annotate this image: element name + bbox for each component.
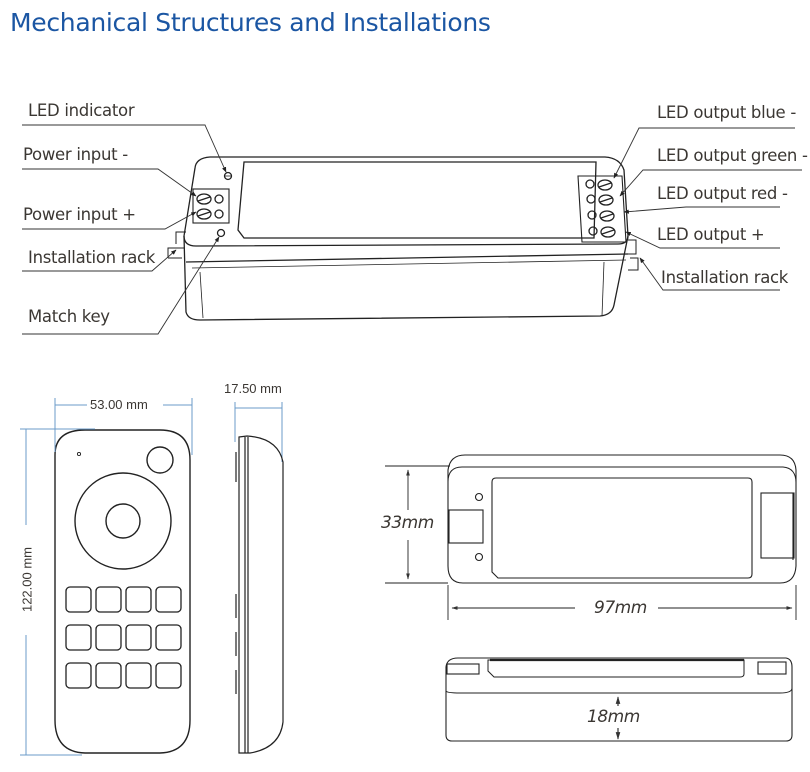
callout-installation-rack-right: Installation rack [661, 268, 789, 287]
controller-length-label: 97mm [594, 598, 647, 618]
match-key-dot [216, 228, 226, 238]
controller-depth-label: 18mm [587, 707, 640, 727]
controller-top-view [447, 454, 797, 584]
remote-indicator-dot [76, 451, 82, 457]
power-terminal-block [192, 188, 230, 224]
remote-key-button [155, 624, 182, 651]
callout-match-key: Match key [28, 307, 110, 326]
remote-height-label: 122.00 mm [19, 546, 35, 613]
callout-led-indicator: LED indicator [28, 101, 135, 120]
remote-key-button [125, 662, 152, 689]
controller-perspective-view [167, 156, 639, 321]
remote-key-button [155, 586, 182, 613]
controller-height-label: 33mm [381, 513, 434, 533]
remote-center-button [105, 503, 141, 539]
remote-key-button [65, 624, 92, 651]
controller-top-dimension-lines [385, 465, 797, 620]
callout-led-output-blue-minus: LED output blue - [657, 103, 797, 122]
callout-led-output-red-minus: LED output red - [657, 184, 788, 203]
callout-installation-rack-left: Installation rack [28, 248, 156, 267]
callout-led-output-plus: LED output + [657, 225, 765, 244]
remote-key-button [155, 662, 182, 689]
controller-window [237, 161, 597, 239]
remote-key-button [65, 586, 92, 613]
controller-top-face [183, 156, 629, 247]
remote-width-label: 53.00 mm [90, 397, 148, 412]
controller-top-window [491, 477, 753, 579]
callout-power-input-plus: Power input + [23, 205, 136, 224]
remote-key-button [95, 586, 122, 613]
controller-side-view [445, 657, 793, 742]
remote-key-button [65, 662, 92, 689]
remote-color-wheel [74, 472, 172, 570]
remote-key-button [125, 586, 152, 613]
remote-key-button [95, 624, 122, 651]
callout-led-output-green-minus: LED output green - [657, 146, 808, 165]
remote-side-view [235, 435, 284, 754]
remote-thickness-label: 17.50 mm [224, 381, 282, 396]
remote-front-view [54, 429, 191, 754]
remote-key-button [125, 624, 152, 651]
remote-power-button [146, 446, 174, 474]
remote-button-grid [65, 586, 182, 689]
controller-body [183, 235, 629, 321]
installation-rack-right [628, 239, 639, 271]
callout-power-input-minus: Power input - [23, 145, 128, 164]
remote-key-button [95, 662, 122, 689]
remote-body [54, 429, 191, 754]
